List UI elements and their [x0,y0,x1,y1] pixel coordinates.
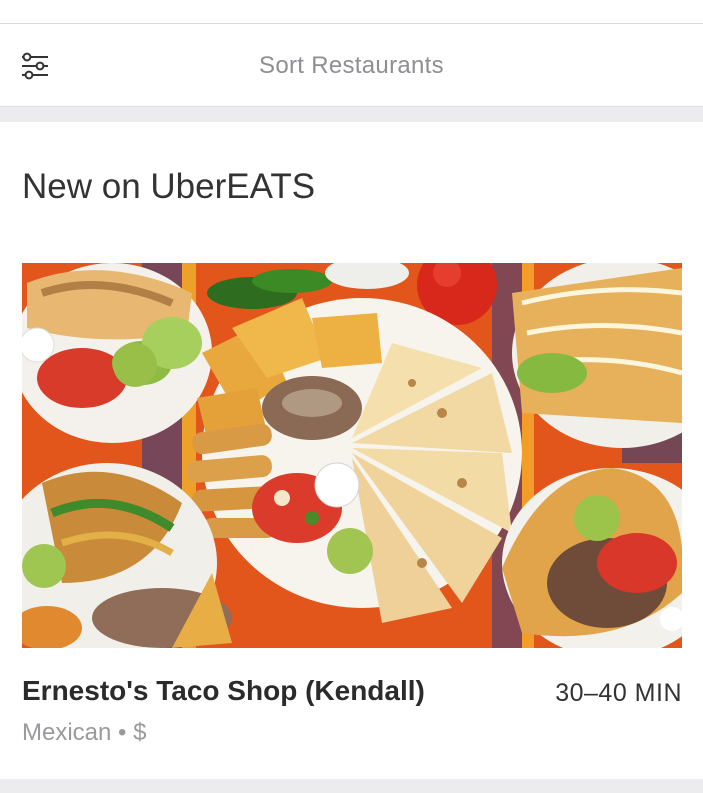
new-restaurants-section: New on UberEATS Ernesto's Taco Shop (Ken… [0,122,703,779]
sort-restaurants-label[interactable]: Sort Restaurants [259,52,444,80]
restaurant-name[interactable]: Ernesto's Taco Shop (Kendall) [22,675,425,707]
sort-bar[interactable]: Sort Restaurants [0,25,703,106]
restaurant-image[interactable] [22,263,682,648]
divider-band [0,106,703,122]
restaurant-meta: Mexican • $ [22,719,146,747]
food-platter-image [22,263,682,648]
separator-dot: • [118,719,127,746]
price-level: $ [133,719,147,746]
sliders-icon[interactable] [20,52,50,80]
divider-band-bottom [0,779,703,793]
section-title: New on UberEATS [22,167,316,206]
delivery-time: 30–40 MIN [555,679,682,707]
restaurant-card[interactable]: Ernesto's Taco Shop (Kendall) 30–40 MIN … [22,263,682,763]
cuisine-label: Mexican [22,719,112,746]
status-area [0,0,703,24]
